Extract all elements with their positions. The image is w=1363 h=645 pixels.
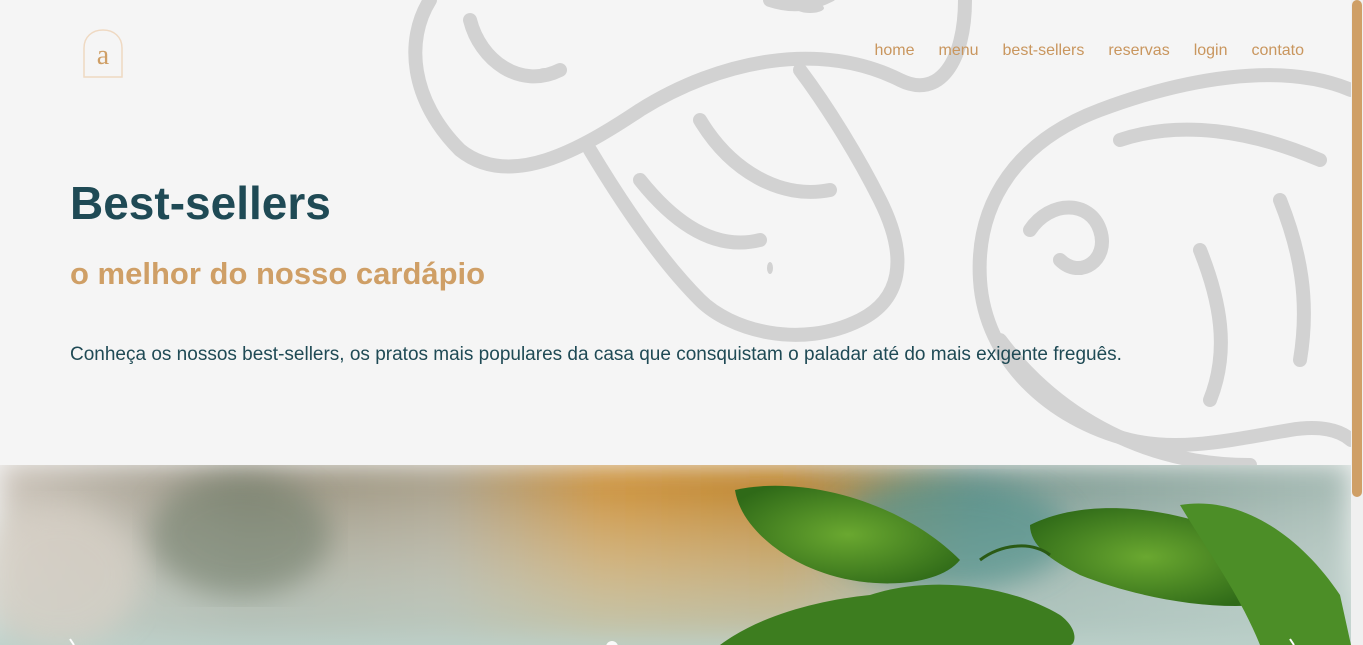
nav-login[interactable]: login [1194, 42, 1228, 60]
hero-section: a home menu best-sellers reservas login … [0, 0, 1351, 465]
nav-contato[interactable]: contato [1252, 42, 1304, 60]
nav-best-sellers[interactable]: best-sellers [1003, 42, 1085, 60]
logo-letter: a [97, 40, 110, 71]
main-nav: home menu best-sellers reservas login co… [874, 42, 1304, 60]
nav-reservas[interactable]: reservas [1108, 42, 1169, 60]
carousel-prev-arrow-icon[interactable] [58, 635, 82, 645]
basil-food-photo [0, 465, 1351, 645]
a-monogram-logo-icon[interactable]: a [82, 28, 124, 78]
mushroom-illustration [408, 0, 1351, 465]
page: a home menu best-sellers reservas login … [0, 0, 1363, 645]
carousel-dot-icon[interactable] [600, 635, 624, 645]
page-scrollbar[interactable] [1351, 0, 1363, 645]
scrollbar-thumb[interactable] [1352, 0, 1362, 497]
page-description: Conheça os nossos best-sellers, os prato… [70, 344, 1122, 365]
carousel-next-arrow-icon[interactable] [1282, 635, 1306, 645]
page-subtitle: o melhor do nosso cardápio [70, 256, 486, 291]
page-title: Best-sellers [70, 177, 331, 229]
food-photo-carousel [0, 465, 1351, 645]
nav-menu[interactable]: menu [939, 42, 979, 60]
nav-home[interactable]: home [874, 42, 914, 60]
